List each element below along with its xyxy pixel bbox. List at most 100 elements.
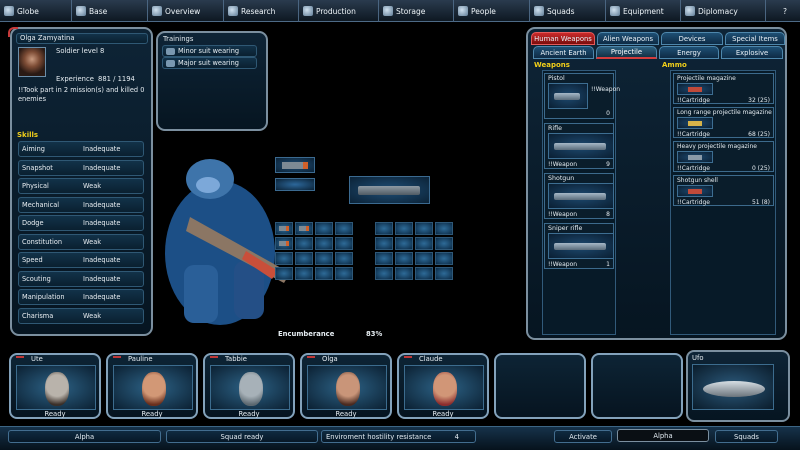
inventory-slot[interactable] bbox=[415, 222, 433, 235]
empty-squad-slot[interactable] bbox=[591, 353, 683, 419]
tab-energy[interactable]: Energy bbox=[659, 46, 719, 59]
equipment-slot-empty[interactable] bbox=[275, 178, 315, 191]
squad-member-card[interactable]: Claude Ready bbox=[397, 353, 489, 419]
nav-production[interactable]: Production bbox=[299, 0, 379, 22]
tab-alien-weapons[interactable]: Alien Weapons bbox=[597, 32, 659, 45]
rifle-icon bbox=[554, 243, 606, 250]
equipment-slot-ammo[interactable] bbox=[275, 157, 315, 173]
ammo-card[interactable]: Projectile magazine !!Cartridge 32 (25) bbox=[673, 73, 774, 104]
ammo-tag: !!Cartridge bbox=[677, 199, 710, 206]
inventory-slot[interactable] bbox=[395, 237, 413, 250]
inventory-slot[interactable] bbox=[375, 252, 393, 265]
ufo-image bbox=[692, 364, 774, 410]
weapon-card[interactable]: Pistol !!Weapon 0 bbox=[544, 73, 620, 119]
empty-squad-slot[interactable] bbox=[494, 353, 586, 419]
inventory-slot[interactable] bbox=[435, 237, 453, 250]
weapon-card[interactable]: Shotgun !!Weapon 8 bbox=[544, 173, 614, 219]
nav-globe[interactable]: Globe bbox=[0, 0, 72, 22]
tab-ancient-earth[interactable]: Ancient Earth bbox=[533, 46, 594, 59]
nav-squads[interactable]: Squads bbox=[530, 0, 606, 22]
training-item: Major suit wearing bbox=[162, 57, 257, 69]
tab-explosive[interactable]: Explosive bbox=[721, 46, 783, 59]
inventory-slot[interactable] bbox=[315, 252, 333, 265]
magazine-icon bbox=[688, 87, 702, 92]
ammo-card[interactable]: Heavy projectile magazine !!Cartridge 0 (2… bbox=[673, 141, 774, 172]
squads-button[interactable]: Squads bbox=[715, 430, 778, 443]
skill-row: Dodge Inadequate bbox=[18, 215, 144, 231]
tab-special-items[interactable]: Special Items bbox=[725, 32, 785, 45]
people-icon bbox=[458, 6, 468, 16]
ammo-tag: !!Cartridge bbox=[677, 131, 710, 138]
squads-icon bbox=[534, 6, 544, 16]
inventory-slot[interactable] bbox=[295, 237, 313, 250]
inventory-slot[interactable] bbox=[415, 237, 433, 250]
squad-selector[interactable]: Alpha bbox=[617, 429, 709, 442]
inventory-slot[interactable] bbox=[335, 222, 353, 235]
squad-member-card[interactable]: Pauline Ready bbox=[106, 353, 198, 419]
inventory-slot[interactable] bbox=[375, 237, 393, 250]
inventory-slot[interactable] bbox=[395, 252, 413, 265]
ammo-tag: !!Cartridge bbox=[677, 97, 710, 104]
squad-member-card[interactable]: Tabbie Ready bbox=[203, 353, 295, 419]
inventory-slot[interactable] bbox=[435, 267, 453, 280]
inventory-slot[interactable] bbox=[315, 237, 333, 250]
inventory-slot[interactable] bbox=[275, 252, 293, 265]
inventory-slot[interactable] bbox=[375, 267, 393, 280]
squad-member-name: Olga bbox=[322, 355, 338, 363]
inventory-slot[interactable] bbox=[275, 267, 293, 280]
weapon-card[interactable]: Rifle !!Weapon 9 bbox=[544, 123, 614, 169]
tab-human-weapons[interactable]: Human Weapons bbox=[531, 32, 595, 45]
squad-member-card[interactable]: Ute Ready bbox=[9, 353, 101, 419]
weapons-title: Weapons bbox=[534, 61, 570, 69]
squad-name-field[interactable]: Alpha bbox=[8, 430, 161, 443]
health-marker bbox=[404, 356, 412, 358]
inventory-slot[interactable] bbox=[395, 222, 413, 235]
health-marker bbox=[113, 356, 121, 358]
squad-member-name: Tabbie bbox=[225, 355, 247, 363]
ammo-image bbox=[677, 117, 713, 129]
inventory-slot[interactable] bbox=[375, 222, 393, 235]
squad-member-portrait bbox=[307, 365, 387, 410]
inventory-slot[interactable] bbox=[415, 252, 433, 265]
inventory-slot[interactable] bbox=[335, 267, 353, 280]
inventory-slot[interactable] bbox=[295, 252, 313, 265]
skill-row: Manipulation Inadequate bbox=[18, 289, 144, 305]
ammo-card[interactable]: Long range projectile magazine !!Cartridg… bbox=[673, 107, 774, 138]
ammo-card[interactable]: Shotgun shell !!Cartridge 51 (8) bbox=[673, 175, 774, 206]
nav-base[interactable]: Base bbox=[72, 0, 148, 22]
help-button[interactable]: ? bbox=[766, 0, 800, 22]
trainings-title: Trainings bbox=[163, 35, 194, 43]
inventory-slot[interactable] bbox=[335, 237, 353, 250]
skill-name: Mechanical bbox=[22, 200, 60, 209]
inventory-slot[interactable] bbox=[335, 252, 353, 265]
ammo-count: 51 (8) bbox=[751, 199, 770, 206]
inventory-slot[interactable] bbox=[435, 222, 453, 235]
nav-overview[interactable]: Overview bbox=[148, 0, 224, 22]
squad-member-name: Pauline bbox=[128, 355, 153, 363]
nav-research[interactable]: Research bbox=[224, 0, 299, 22]
inventory-slot[interactable] bbox=[395, 267, 413, 280]
equipment-slot-weapon[interactable] bbox=[349, 176, 430, 204]
inventory-slot[interactable] bbox=[435, 252, 453, 265]
inventory-slot[interactable] bbox=[415, 267, 433, 280]
soldier-rank: Soldier level 8 bbox=[56, 47, 105, 55]
inventory-slot[interactable] bbox=[295, 267, 313, 280]
activate-button[interactable]: Activate bbox=[554, 430, 612, 443]
inventory-slot[interactable] bbox=[315, 222, 333, 235]
rifle-icon bbox=[358, 186, 420, 195]
weapon-image bbox=[548, 133, 614, 159]
tab-projectile[interactable]: Projectile bbox=[596, 46, 657, 59]
nav-storage[interactable]: Storage bbox=[379, 0, 454, 22]
weapon-image bbox=[548, 83, 588, 109]
ufo-panel[interactable]: Ufo bbox=[686, 350, 790, 422]
nav-equipment[interactable]: Equipment bbox=[606, 0, 681, 22]
squad-member-status: Ready bbox=[44, 410, 66, 418]
armor-leg-shape bbox=[184, 265, 218, 323]
tab-devices[interactable]: Devices bbox=[661, 32, 723, 45]
weapons-list: Pistol !!Weapon 0 Rifle !!Weapon 9 Shotgun !!We… bbox=[542, 70, 620, 335]
inventory-slot[interactable] bbox=[315, 267, 333, 280]
squad-member-card[interactable]: Olga Ready bbox=[300, 353, 392, 419]
nav-diplomacy[interactable]: Diplomacy bbox=[681, 0, 766, 22]
nav-people[interactable]: People bbox=[454, 0, 530, 22]
weapon-card[interactable]: Sniper rifle !!Weapon 1 bbox=[544, 223, 614, 269]
